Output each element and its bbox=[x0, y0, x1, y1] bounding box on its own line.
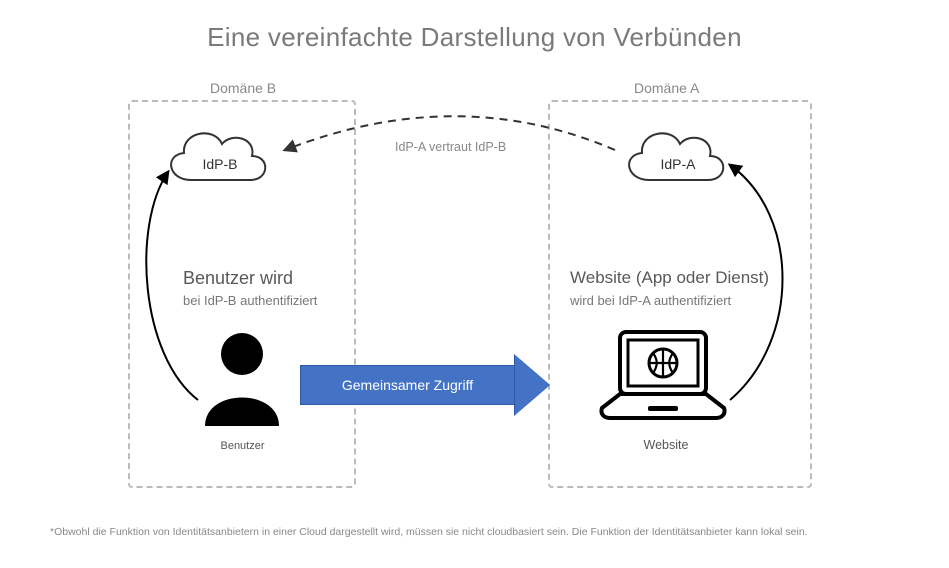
domain-b-label: Domäne B bbox=[210, 80, 276, 96]
user-auth-title: Benutzer wird bbox=[183, 268, 293, 289]
footnote: *Obwohl die Funktion von Identitätsanbie… bbox=[50, 526, 808, 538]
user-icon bbox=[197, 326, 287, 426]
shared-access-arrow: Gemeinsamer Zugriff bbox=[300, 355, 550, 415]
idp-b-label: IdP-B bbox=[190, 156, 250, 172]
user-auth-sub: bei IdP-B authentifiziert bbox=[183, 293, 317, 308]
user-node-label: Benutzer bbox=[215, 440, 270, 452]
trust-label: IdP-A vertraut IdP-B bbox=[395, 140, 506, 154]
diagram-title: Eine vereinfachte Darstellung von Verbün… bbox=[0, 0, 949, 53]
site-auth-sub: wird bei IdP-A authentifiziert bbox=[570, 293, 731, 308]
idp-a-label: IdP-A bbox=[648, 156, 708, 172]
website-node-label: Website bbox=[636, 438, 696, 452]
shared-access-label: Gemeinsamer Zugriff bbox=[342, 377, 473, 393]
site-auth-title: Website (App oder Dienst) bbox=[570, 268, 769, 288]
laptop-icon bbox=[598, 328, 728, 428]
domain-a-label: Domäne A bbox=[634, 80, 699, 96]
